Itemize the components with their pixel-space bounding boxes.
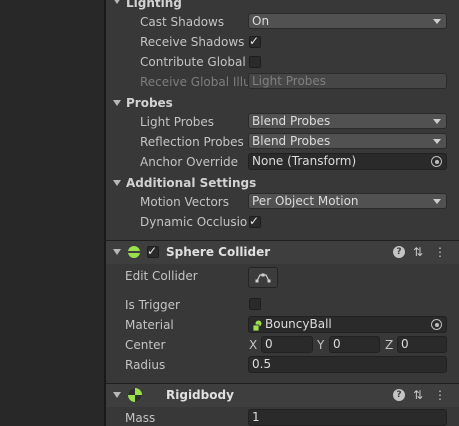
radius-label: Radius xyxy=(125,358,166,372)
hierarchy-pane xyxy=(0,0,104,426)
contribute-gi-checkbox[interactable] xyxy=(249,56,261,68)
motion-vectors-dropdown[interactable]: Per Object Motion xyxy=(248,193,447,209)
radius-value: 0.5 xyxy=(252,357,272,371)
lighting-foldout-arrow-icon[interactable] xyxy=(113,0,121,4)
probes-group-title[interactable]: Probes xyxy=(126,95,173,111)
center-x-field[interactable]: 0 xyxy=(261,336,313,353)
help-icon[interactable]: ? xyxy=(393,389,405,401)
material-field[interactable]: BouncyBall xyxy=(248,316,447,333)
probes-foldout-arrow-icon[interactable] xyxy=(113,100,121,106)
checkmark-icon: ✓ xyxy=(147,244,158,258)
center-x-label[interactable]: X xyxy=(249,337,257,353)
rigidbody-title: Rigidbody xyxy=(166,388,234,402)
sphere-collider-header[interactable]: ✓ Sphere Collider ? ⇅ ⋮ xyxy=(106,240,459,264)
cast-shadows-dropdown[interactable]: On xyxy=(248,13,447,29)
center-label: Center xyxy=(125,338,166,352)
lighting-group-title[interactable]: Lighting xyxy=(126,0,182,11)
dropdown-arrow-icon xyxy=(433,139,441,144)
receive-gi-label: Receive Global Illur xyxy=(140,75,248,89)
help-icon[interactable]: ? xyxy=(393,246,405,258)
center-y-value: 0 xyxy=(333,337,341,351)
is-trigger-label: Is Trigger xyxy=(125,298,180,312)
material-value: BouncyBall xyxy=(265,317,332,331)
dropdown-arrow-icon xyxy=(433,119,441,124)
edit-collider-button[interactable] xyxy=(248,267,278,288)
kebab-menu-icon[interactable]: ⋮ xyxy=(434,244,446,260)
light-probes-label: Light Probes xyxy=(140,115,215,129)
edit-collider-icon xyxy=(255,273,271,283)
sphere-collider-icon xyxy=(128,246,140,258)
inspector-panel: Lighting Cast Shadows On Receive Shadows… xyxy=(106,0,459,426)
cast-shadows-value: On xyxy=(252,14,270,28)
rigidbody-foldout-arrow-icon[interactable] xyxy=(113,392,121,398)
presets-sliders-icon[interactable]: ⇅ xyxy=(413,387,423,403)
center-z-field[interactable]: 0 xyxy=(397,336,447,353)
additional-settings-foldout-arrow-icon[interactable] xyxy=(113,180,121,186)
sphere-collider-title: Sphere Collider xyxy=(166,245,271,259)
receive-shadows-checkbox[interactable]: ✓ xyxy=(249,34,261,48)
receive-shadows-label: Receive Shadows xyxy=(140,35,245,49)
physic-material-icon xyxy=(252,320,262,331)
anchor-override-label: Anchor Override xyxy=(140,155,239,169)
cast-shadows-label: Cast Shadows xyxy=(140,15,225,29)
sphere-collider-foldout-arrow-icon[interactable] xyxy=(113,249,121,255)
additional-settings-group-title[interactable]: Additional Settings xyxy=(126,175,256,191)
presets-sliders-icon[interactable]: ⇅ xyxy=(413,244,423,260)
center-z-label[interactable]: Z xyxy=(385,337,393,353)
mass-field[interactable]: 1 xyxy=(248,409,447,426)
receive-gi-value: Light Probes xyxy=(252,74,327,88)
reflection-probes-dropdown[interactable]: Blend Probes xyxy=(248,133,447,149)
sphere-collider-enabled-checkbox[interactable]: ✓ xyxy=(147,244,159,258)
reflection-probes-value: Blend Probes xyxy=(252,134,331,148)
edit-collider-label: Edit Collider xyxy=(125,269,198,283)
center-y-field[interactable]: 0 xyxy=(329,336,380,353)
dynamic-occlusion-checkbox[interactable]: ✓ xyxy=(249,214,261,228)
material-label: Material xyxy=(125,318,174,332)
mass-label: Mass xyxy=(125,411,156,425)
mass-value: 1 xyxy=(252,410,260,424)
kebab-menu-icon[interactable]: ⋮ xyxy=(434,387,446,403)
rigidbody-icon xyxy=(128,388,142,402)
center-y-label[interactable]: Y xyxy=(317,337,324,353)
center-z-value: 0 xyxy=(401,337,409,351)
motion-vectors-value: Per Object Motion xyxy=(252,194,359,208)
object-picker-icon[interactable] xyxy=(431,319,442,330)
light-probes-value: Blend Probes xyxy=(252,114,331,128)
radius-field[interactable]: 0.5 xyxy=(248,356,447,373)
checkmark-icon: ✓ xyxy=(249,214,260,228)
dynamic-occlusion-label: Dynamic Occlusion xyxy=(140,215,248,229)
rigidbody-header[interactable]: Rigidbody ? ⇅ ⋮ xyxy=(106,383,459,407)
center-x-value: 0 xyxy=(265,337,273,351)
anchor-override-value: None (Transform) xyxy=(252,154,357,168)
dropdown-arrow-icon xyxy=(433,199,441,204)
contribute-gi-label: Contribute Global Il xyxy=(140,55,248,69)
dropdown-arrow-icon xyxy=(433,19,441,24)
checkmark-icon: ✓ xyxy=(249,34,260,48)
is-trigger-checkbox[interactable] xyxy=(249,298,261,310)
motion-vectors-label: Motion Vectors xyxy=(140,195,229,209)
receive-gi-dropdown: Light Probes xyxy=(248,73,447,89)
reflection-probes-label: Reflection Probes xyxy=(140,135,244,149)
anchor-override-field[interactable]: None (Transform) xyxy=(248,153,447,170)
light-probes-dropdown[interactable]: Blend Probes xyxy=(248,113,447,129)
object-picker-icon[interactable] xyxy=(431,156,442,167)
